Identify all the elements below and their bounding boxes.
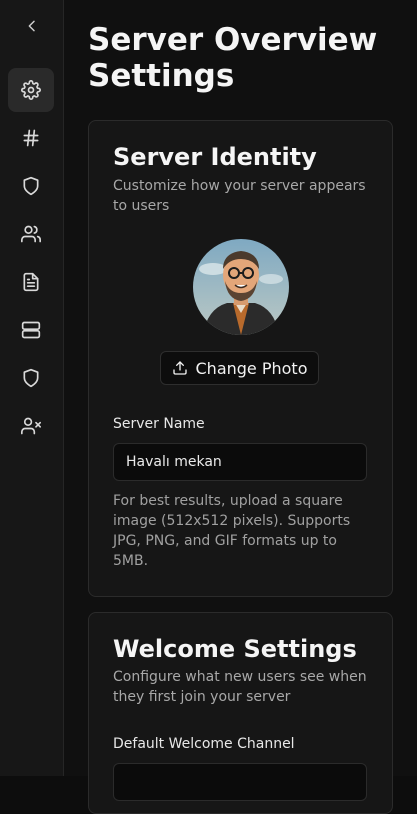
users-icon: [21, 225, 41, 243]
sidebar-item-roles[interactable]: [8, 164, 54, 208]
server-name-label: Server Name: [113, 416, 205, 432]
avatar: [193, 239, 289, 335]
sidebar-item-members[interactable]: [8, 212, 54, 256]
upload-help-text: For best results, upload a square image …: [113, 493, 351, 569]
card-description: Configure what new users see when they f…: [113, 669, 367, 705]
gear-icon: [21, 80, 41, 100]
card-description: Customize how your server appears to use…: [113, 178, 366, 214]
hash-icon: [23, 129, 39, 147]
main-content: Server Overview Settings Server Identity…: [64, 0, 417, 814]
chevron-left-icon: [28, 20, 35, 32]
sidebar: [0, 0, 64, 776]
change-photo-button[interactable]: Change Photo: [160, 351, 319, 385]
server-icon: [21, 321, 41, 339]
sidebar-item-overview[interactable]: [8, 68, 54, 112]
back-button[interactable]: [16, 10, 48, 42]
sidebar-item-moderation[interactable]: [8, 356, 54, 400]
shield-icon: [23, 368, 39, 388]
sidebar-item-server[interactable]: [8, 308, 54, 352]
card-title: Welcome Settings: [113, 635, 357, 663]
sidebar-item-bans[interactable]: [8, 404, 54, 448]
upload-icon: [172, 361, 187, 375]
sidebar-item-channels[interactable]: [8, 116, 54, 160]
document-icon: [23, 272, 39, 292]
default-channel-select[interactable]: [113, 763, 367, 801]
change-photo-label: Change Photo: [195, 358, 308, 378]
user-x-icon: [21, 417, 41, 435]
card-title: Server Identity: [113, 143, 317, 171]
page-title: Server Overview Settings: [88, 22, 378, 94]
server-identity-card: Server Identity Customize how your serve…: [88, 120, 393, 597]
default-channel-label: Default Welcome Channel: [113, 736, 295, 752]
sidebar-item-audit-log[interactable]: [8, 260, 54, 304]
welcome-settings-card: Welcome Settings Configure what new user…: [88, 612, 393, 814]
shield-icon: [23, 176, 39, 196]
server-name-input[interactable]: [113, 443, 367, 481]
